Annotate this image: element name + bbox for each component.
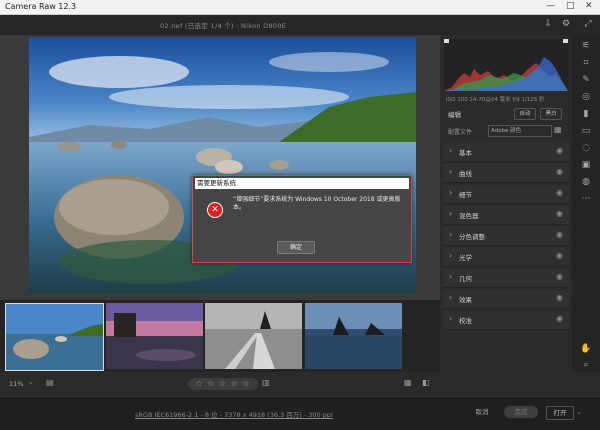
radial-filter-icon[interactable]: ◌ (580, 142, 592, 154)
dialog-message: “增强细节”要求系统为 Windows 10 October 2018 或更高版… (233, 196, 401, 211)
open-button[interactable]: 打开 (546, 406, 574, 420)
graduated-filter-icon[interactable]: ▭ (580, 125, 592, 137)
snapshots-icon[interactable]: ◍ (580, 176, 592, 188)
profile-label: 配置文件 (448, 129, 473, 136)
workflow-options-link[interactable]: sRGB IEC61966-2.1 - 8 位 - 7378 x 4918 (3… (135, 409, 333, 419)
chevron-right-icon: › (449, 188, 453, 197)
update-required-dialog: 需要更新系统 ✕ “增强细节”要求系统为 Windows 10 October … (192, 175, 412, 263)
section-label: 曲线 (459, 170, 472, 178)
auto-button[interactable]: 自动 (514, 108, 536, 120)
crop-icon[interactable]: ⌗ (580, 57, 592, 69)
section-color-mixer[interactable]: › 混色器 ◉ (443, 206, 569, 225)
eye-icon[interactable]: ◉ (556, 146, 563, 155)
star-rating[interactable]: ☆ ☆ ☆ ☆ ☆ (188, 378, 258, 390)
thumbnail-3[interactable] (205, 303, 302, 369)
eye-icon[interactable]: ◉ (556, 314, 563, 323)
profile-browser-icon[interactable]: ▦ (554, 125, 562, 134)
histogram (444, 39, 568, 91)
section-label: 基本 (459, 149, 472, 157)
black-white-button[interactable]: 黑白 (540, 108, 562, 120)
section-geometry[interactable]: › 几何 ◉ (443, 269, 569, 288)
eye-icon[interactable]: ◉ (556, 230, 563, 239)
chevron-right-icon: › (449, 167, 453, 176)
section-label: 混色器 (459, 212, 479, 220)
section-calibration[interactable]: › 校准 ◉ (443, 311, 569, 330)
expand-icon[interactable]: ⤢ (583, 19, 593, 29)
open-options-chevron-icon[interactable]: ⌄ (574, 406, 584, 418)
section-detail[interactable]: › 细节 ◉ (443, 185, 569, 204)
chevron-down-icon[interactable]: ⌄ (28, 378, 34, 386)
section-effects[interactable]: › 效果 ◉ (443, 290, 569, 309)
section-label: 几何 (459, 275, 472, 283)
section-basic[interactable]: › 基本 ◉ (443, 143, 569, 162)
section-curve[interactable]: › 曲线 ◉ (443, 164, 569, 183)
cancel-button[interactable]: 取消 (468, 406, 496, 418)
more-icon[interactable]: ⋯ (580, 193, 592, 205)
edit-header: 编辑 自动 黑白 (444, 107, 568, 120)
zoom-icon[interactable]: ⌕ (580, 359, 592, 371)
eye-icon[interactable]: ◉ (556, 188, 563, 197)
gear-icon[interactable]: ⚙ (561, 19, 571, 29)
eye-icon[interactable]: ◉ (556, 167, 563, 176)
section-split-toning[interactable]: › 分色调整 ◉ (443, 227, 569, 246)
zoom-level[interactable]: 11% (9, 380, 23, 388)
chevron-right-icon: › (449, 314, 453, 323)
trash-icon[interactable]: ▥ (262, 378, 270, 387)
filmstrip-toggle-icon[interactable]: ▤ (46, 378, 54, 387)
window-title: Camera Raw 12.3 (5, 2, 77, 11)
thumbnail-2[interactable] (106, 303, 203, 369)
close-icon[interactable]: ✕ (585, 1, 593, 11)
bottom-bar: 11% ⌄ ▤ ☆ ☆ ☆ ☆ ☆ ▥ ▦ ◧ (0, 372, 600, 396)
before-after-icon[interactable]: ◧ (422, 378, 430, 387)
chevron-right-icon: › (449, 272, 453, 281)
eye-icon[interactable]: ◉ (556, 251, 563, 260)
profile-row: 配置文件 Adobe 颜色 ▦ (444, 125, 568, 137)
section-label: 分色调整 (459, 233, 485, 241)
thumbnail-4[interactable] (305, 303, 402, 369)
edit-panel: ISO 100 24-70@24 毫米 f/9 1/125 秒 编辑 自动 黑白… (440, 35, 572, 372)
top-bar: 02.nef (已选定 1/4 个) · Nikon D800E ⇩ ⚙ ⤢ (0, 15, 600, 35)
chevron-right-icon: › (449, 230, 453, 239)
footer: sRGB IEC61966-2.1 - 8 位 - 7378 x 4918 (3… (0, 396, 600, 430)
edit-icon[interactable]: ⚟ (580, 40, 592, 52)
hand-icon[interactable]: ✋ (580, 343, 592, 355)
section-label: 校准 (459, 317, 472, 325)
chevron-right-icon: › (449, 146, 453, 155)
presets-icon[interactable]: ▣ (580, 159, 592, 171)
eye-icon[interactable]: ◉ (556, 293, 563, 302)
dialog-title: 需要更新系统 (195, 178, 409, 189)
eye-icon[interactable]: ◉ (556, 272, 563, 281)
window-title-bar: Camera Raw 12.3 — □ ✕ (0, 0, 600, 15)
tool-strip: ⚟ ⌗ ✎ ◎ ▮ ▭ ◌ ▣ ◍ ⋯ ✋ ⌕ (572, 35, 600, 372)
compare-icon[interactable]: ▦ (404, 378, 412, 387)
profile-select[interactable]: Adobe 颜色 (488, 125, 552, 137)
chevron-right-icon: › (449, 293, 453, 302)
ok-button[interactable]: 确定 (277, 241, 315, 254)
adjustment-brush-icon[interactable]: ▮ (580, 108, 592, 120)
section-label: 细节 (459, 191, 472, 199)
done-button[interactable]: 完成 (504, 406, 538, 418)
file-info: 02.nef (已选定 1/4 个) · Nikon D800E (160, 22, 287, 30)
section-label: 效果 (459, 296, 472, 304)
filmstrip (0, 300, 440, 372)
edit-label: 编辑 (448, 111, 461, 119)
maximize-icon[interactable]: □ (566, 1, 575, 11)
eye-icon[interactable]: ◉ (556, 209, 563, 218)
minimize-icon[interactable]: — (546, 1, 555, 11)
section-optics[interactable]: › 光学 ◉ (443, 248, 569, 267)
chevron-right-icon: › (449, 251, 453, 260)
error-icon: ✕ (207, 202, 223, 218)
red-eye-icon[interactable]: ◎ (580, 91, 592, 103)
save-icon[interactable]: ⇩ (543, 19, 553, 29)
thumbnail-1[interactable] (5, 303, 104, 371)
section-label: 光学 (459, 254, 472, 262)
chevron-right-icon: › (449, 209, 453, 218)
spot-removal-icon[interactable]: ✎ (580, 74, 592, 86)
exif-info: ISO 100 24-70@24 毫米 f/9 1/125 秒 (446, 97, 545, 103)
